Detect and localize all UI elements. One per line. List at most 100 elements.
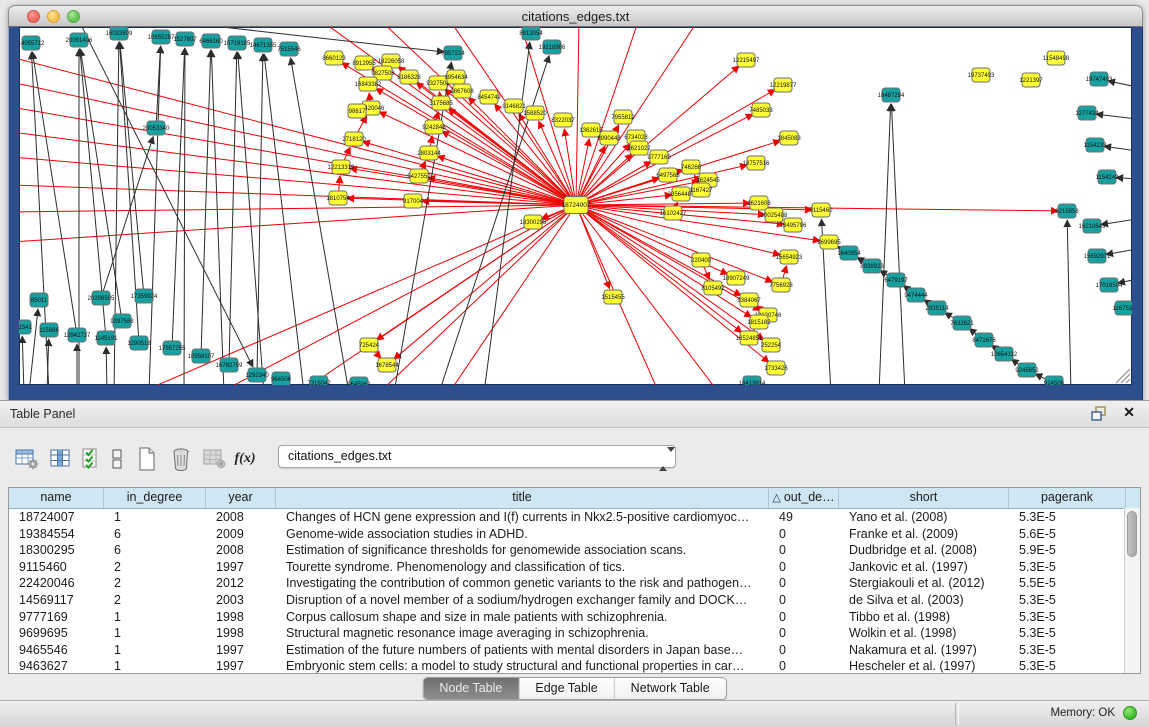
cell-in_degree[interactable]: 6 xyxy=(104,526,206,543)
graph-node[interactable]: 924506 xyxy=(1044,376,1065,385)
cell-in_degree[interactable]: 2 xyxy=(104,592,206,609)
graph-node[interactable]: 9645061 xyxy=(347,377,371,385)
graph-node[interactable]: 1167534 xyxy=(1113,301,1132,315)
cell-short[interactable]: Yano et al. (2008) xyxy=(839,509,1009,526)
table-row[interactable]: 946362711997Embryonic stem cells: a mode… xyxy=(9,658,1140,674)
cell-year[interactable]: 1997 xyxy=(206,658,276,674)
graph-node[interactable]: 18757516 xyxy=(743,156,770,170)
network-canvas-area[interactable]: 1872400714055712200914061603380910655287… xyxy=(19,27,1132,385)
graph-node[interactable]: 1640954 xyxy=(837,246,861,260)
graph-node[interactable]: 252254 xyxy=(761,338,782,352)
table-source-select[interactable]: citations_edges.txt xyxy=(278,445,676,468)
cell-out_degree[interactable]: 0 xyxy=(769,609,839,626)
graph-node[interactable]: 8990448 xyxy=(597,131,621,145)
graph-node[interactable]: 18907249 xyxy=(723,271,750,285)
graph-edge[interactable] xyxy=(219,205,576,385)
graph-node[interactable]: 2935114 xyxy=(926,301,950,315)
cell-year[interactable]: 1998 xyxy=(206,625,276,642)
graph-node[interactable]: 9245652 xyxy=(1015,363,1039,377)
graph-node[interactable]: 3175685 xyxy=(429,96,453,110)
graph-node[interactable]: 220400 xyxy=(691,253,712,267)
graph-node[interactable]: 16210643 xyxy=(1079,219,1106,233)
cell-pagerank[interactable]: 5.5E-5 xyxy=(1009,575,1126,592)
graph-node[interactable]: 14055712 xyxy=(19,36,45,50)
cell-title[interactable]: Genome-wide association studies in ADHD. xyxy=(276,526,769,543)
graph-node[interactable]: 2718120 xyxy=(342,132,366,146)
cell-title[interactable]: Corpus callosum shape and size in male p… xyxy=(276,609,769,626)
graph-node[interactable]: 8471676 xyxy=(972,333,996,347)
cell-pagerank[interactable]: 5.3E-5 xyxy=(1009,642,1126,659)
cell-name[interactable]: 22420046 xyxy=(9,575,104,592)
graph-edge[interactable] xyxy=(79,27,253,367)
graph-node[interactable]: 16487294 xyxy=(878,88,905,102)
graph-node[interactable]: 391541 xyxy=(19,320,33,334)
cell-out_degree[interactable]: 0 xyxy=(769,559,839,576)
graph-edge[interactable] xyxy=(19,157,576,205)
graph-edge[interactable] xyxy=(299,205,576,385)
cell-pagerank[interactable]: 5.9E-5 xyxy=(1009,542,1126,559)
cell-name[interactable]: 9465546 xyxy=(9,642,104,659)
graph-node[interactable]: 2803144 xyxy=(417,146,441,160)
graph-edge[interactable] xyxy=(576,27,579,205)
graph-node[interactable]: 1515455 xyxy=(601,290,625,304)
graph-node[interactable]: 10719185 xyxy=(224,36,251,50)
graph-edge[interactable] xyxy=(564,129,576,205)
graph-node[interactable]: 8660123 xyxy=(322,51,346,65)
graph-node[interactable]: 2867608 xyxy=(450,84,474,98)
cell-pagerank[interactable]: 5.3E-5 xyxy=(1009,609,1126,626)
graph-node[interactable]: 6466160 xyxy=(199,34,223,48)
row-height-icon[interactable] xyxy=(106,445,128,473)
cell-year[interactable]: 2012 xyxy=(206,575,276,592)
cell-in_degree[interactable]: 1 xyxy=(104,609,206,626)
cell-pagerank[interactable]: 5.3E-5 xyxy=(1009,559,1126,576)
graph-edge[interactable] xyxy=(106,347,107,385)
cell-title[interactable]: Disruption of a novel member of a sodium… xyxy=(276,592,769,609)
cell-pagerank[interactable]: 5.3E-5 xyxy=(1009,658,1126,674)
graph-node[interactable]: 16102427 xyxy=(660,206,687,220)
graph-node[interactable]: 20206505 xyxy=(88,291,115,305)
graph-edge[interactable] xyxy=(394,205,576,359)
float-panel-icon[interactable] xyxy=(1091,406,1107,421)
cell-out_degree[interactable]: 0 xyxy=(769,592,839,609)
close-panel-icon[interactable]: ✕ xyxy=(1123,404,1135,421)
graph-node[interactable]: 1527807 xyxy=(173,32,197,46)
graph-node[interactable]: 7515546 xyxy=(277,42,301,56)
graph-node[interactable]: 1145191 xyxy=(95,331,119,345)
graph-node[interactable]: 12219877 xyxy=(770,78,797,92)
graph-edge[interactable] xyxy=(576,205,719,385)
graph-node[interactable]: 11548498 xyxy=(1043,51,1070,65)
graph-node[interactable]: 12213319 xyxy=(328,160,355,174)
graph-node[interactable]: 6479197 xyxy=(884,273,908,287)
vertical-scrollbar[interactable] xyxy=(1124,508,1140,673)
cell-in_degree[interactable]: 6 xyxy=(104,542,206,559)
cell-year[interactable]: 1998 xyxy=(206,609,276,626)
column-header-out_degree[interactable]: △out_de… xyxy=(769,488,839,508)
graph-node[interactable]: 19747493 xyxy=(1086,72,1113,86)
cell-title[interactable]: Estimation of significance thresholds fo… xyxy=(276,542,769,559)
cell-name[interactable]: 14569117 xyxy=(9,592,104,609)
cell-title[interactable]: Tourette syndrome. Phenomenology and cla… xyxy=(276,559,769,576)
graph-edge[interactable] xyxy=(257,54,263,375)
graph-node[interactable]: 98617 xyxy=(348,104,366,118)
graph-node[interactable]: 1810754 xyxy=(326,191,350,205)
table-row[interactable]: 1830029562008Estimation of significance … xyxy=(9,542,1140,559)
graph-node[interactable]: 18724007 xyxy=(562,197,591,214)
cell-year[interactable]: 1997 xyxy=(206,642,276,659)
tab-edge-table[interactable]: Edge Table xyxy=(519,678,614,699)
cell-short[interactable]: Jankovic et al. (1997) xyxy=(839,559,1009,576)
show-column-icon[interactable] xyxy=(46,445,76,473)
table-row[interactable]: 969969511998Structural magnetic resonanc… xyxy=(9,625,1140,642)
graph-node[interactable]: 20091406 xyxy=(66,33,93,47)
tab-node-table[interactable]: Node Table xyxy=(423,678,519,699)
cell-pagerank[interactable]: 5.6E-5 xyxy=(1009,526,1126,543)
cell-title[interactable]: Changes of HCN gene expression and I(f) … xyxy=(276,509,769,526)
cell-in_degree[interactable]: 1 xyxy=(104,658,206,674)
scrollbar-thumb[interactable] xyxy=(1127,511,1137,557)
graph-node[interactable]: 9699695 xyxy=(817,235,841,249)
column-header-name[interactable]: name xyxy=(9,488,104,508)
graph-node[interactable]: 18495796 xyxy=(780,218,807,232)
graph-node[interactable]: 7756928 xyxy=(769,278,793,292)
graph-node[interactable]: 1678544 xyxy=(375,358,399,372)
graph-node[interactable]: 19218986 xyxy=(539,40,566,54)
column-header-year[interactable]: year xyxy=(206,488,276,508)
